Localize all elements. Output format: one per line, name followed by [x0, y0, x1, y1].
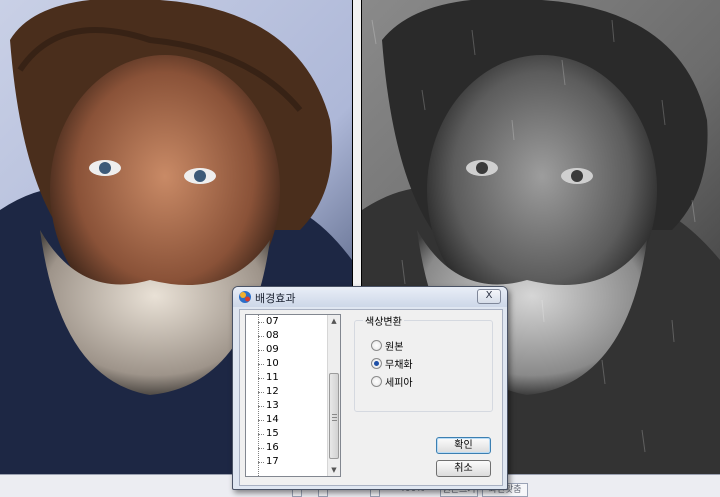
scrollbar-thumb[interactable]	[329, 373, 339, 459]
scroll-down-icon[interactable]: ▼	[328, 464, 340, 476]
grip-line	[332, 420, 337, 421]
list-item[interactable]: 08	[266, 329, 279, 343]
list-scrollbar[interactable]: ▲ ▼	[327, 315, 340, 476]
list-item[interactable]: 11	[266, 371, 279, 385]
list-item[interactable]: 14	[266, 413, 279, 427]
radio-button[interactable]	[371, 340, 382, 351]
tree-connector-line	[258, 315, 259, 476]
close-icon: X	[485, 290, 493, 301]
radio-label: 원본	[385, 342, 404, 353]
radio-label: 세피아	[385, 378, 413, 389]
list-item[interactable]: 10	[266, 357, 279, 371]
tree-tick	[258, 462, 264, 463]
grip-line	[332, 417, 337, 418]
tree-tick	[258, 350, 264, 351]
close-button[interactable]: X	[477, 289, 501, 304]
list-item[interactable]: 09	[266, 343, 279, 357]
radio-label: 무채화	[385, 360, 413, 371]
list-item[interactable]: 07	[266, 315, 279, 329]
list-item[interactable]: 16	[266, 441, 279, 455]
tree-tick	[258, 322, 264, 323]
list-item[interactable]: 13	[266, 399, 279, 413]
grip-line	[332, 414, 337, 415]
app-icon	[239, 291, 251, 303]
tree-tick	[258, 336, 264, 337]
dialog-title: 배경효과	[255, 292, 296, 305]
radio-button[interactable]	[371, 376, 382, 387]
tree-tick	[258, 392, 264, 393]
cancel-button[interactable]: 취소	[436, 460, 491, 477]
scroll-up-icon[interactable]: ▲	[328, 315, 340, 327]
list-item[interactable]: 15	[266, 427, 279, 441]
list-item[interactable]: 12	[266, 385, 279, 399]
group-label: 색상변환	[363, 313, 404, 328]
dialog-titlebar[interactable]: 배경효과 X	[233, 287, 507, 307]
tree-tick	[258, 448, 264, 449]
radio-button-selected[interactable]	[371, 358, 382, 369]
ok-button[interactable]: 확인	[436, 437, 491, 454]
background-effect-dialog: 배경효과 X 07 08 09 10 11 12 13 14 15 16 17 …	[232, 286, 508, 490]
radio-dot	[374, 361, 379, 366]
tree-tick	[258, 420, 264, 421]
tree-tick	[258, 378, 264, 379]
list-item[interactable]: 17	[266, 455, 279, 469]
tree-tick	[258, 406, 264, 407]
tree-tick	[258, 364, 264, 365]
dialog-client-area: 07 08 09 10 11 12 13 14 15 16 17 ▲ ▼ 색상변…	[239, 309, 503, 486]
effect-list[interactable]: 07 08 09 10 11 12 13 14 15 16 17 ▲ ▼	[245, 314, 341, 477]
tree-tick	[258, 434, 264, 435]
color-conversion-group: 색상변환 원본 무채화 세피아	[354, 313, 493, 412]
